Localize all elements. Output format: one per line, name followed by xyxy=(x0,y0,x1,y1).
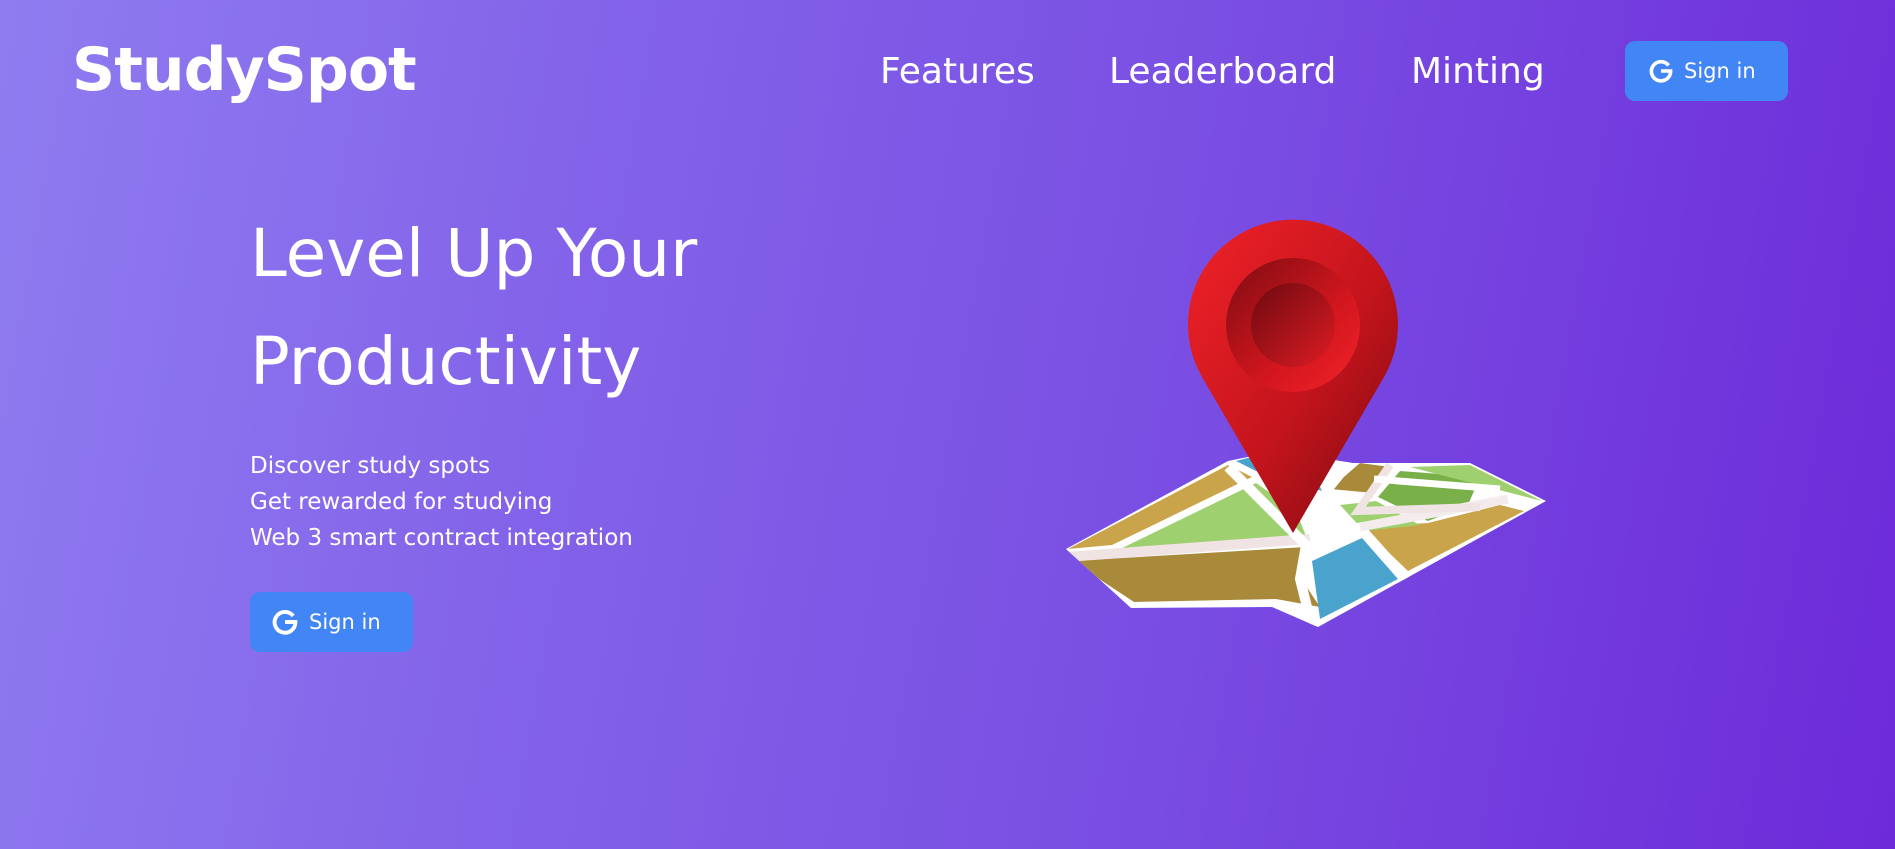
feature-item: Web 3 smart contract integration xyxy=(250,525,633,551)
nav-link-features[interactable]: Features xyxy=(880,50,1035,94)
hero-sign-in-label: Sign in xyxy=(309,610,381,634)
feature-item: Discover study spots xyxy=(250,453,491,479)
logo[interactable]: StudySpot xyxy=(72,34,417,106)
feature-list: Discover study spots Get rewarded for st… xyxy=(250,448,633,556)
feature-item: Get rewarded for studying xyxy=(250,489,553,515)
hero-title-line-1: Level Up Your xyxy=(250,215,698,292)
nav-link-leaderboard[interactable]: Leaderboard xyxy=(1109,50,1336,94)
nav-link-minting[interactable]: Minting xyxy=(1411,50,1545,94)
hero-sign-in-button[interactable]: Sign in xyxy=(250,592,413,652)
google-icon xyxy=(272,609,298,635)
header-sign-in-label: Sign in xyxy=(1684,59,1756,83)
hero-title-line-2: Productivity xyxy=(250,323,642,400)
header-sign-in-button[interactable]: Sign in xyxy=(1625,41,1788,101)
map-pin-illustration xyxy=(1060,215,1560,635)
google-icon xyxy=(1649,59,1673,83)
hero-title: Level Up Your Productivity xyxy=(250,200,697,416)
